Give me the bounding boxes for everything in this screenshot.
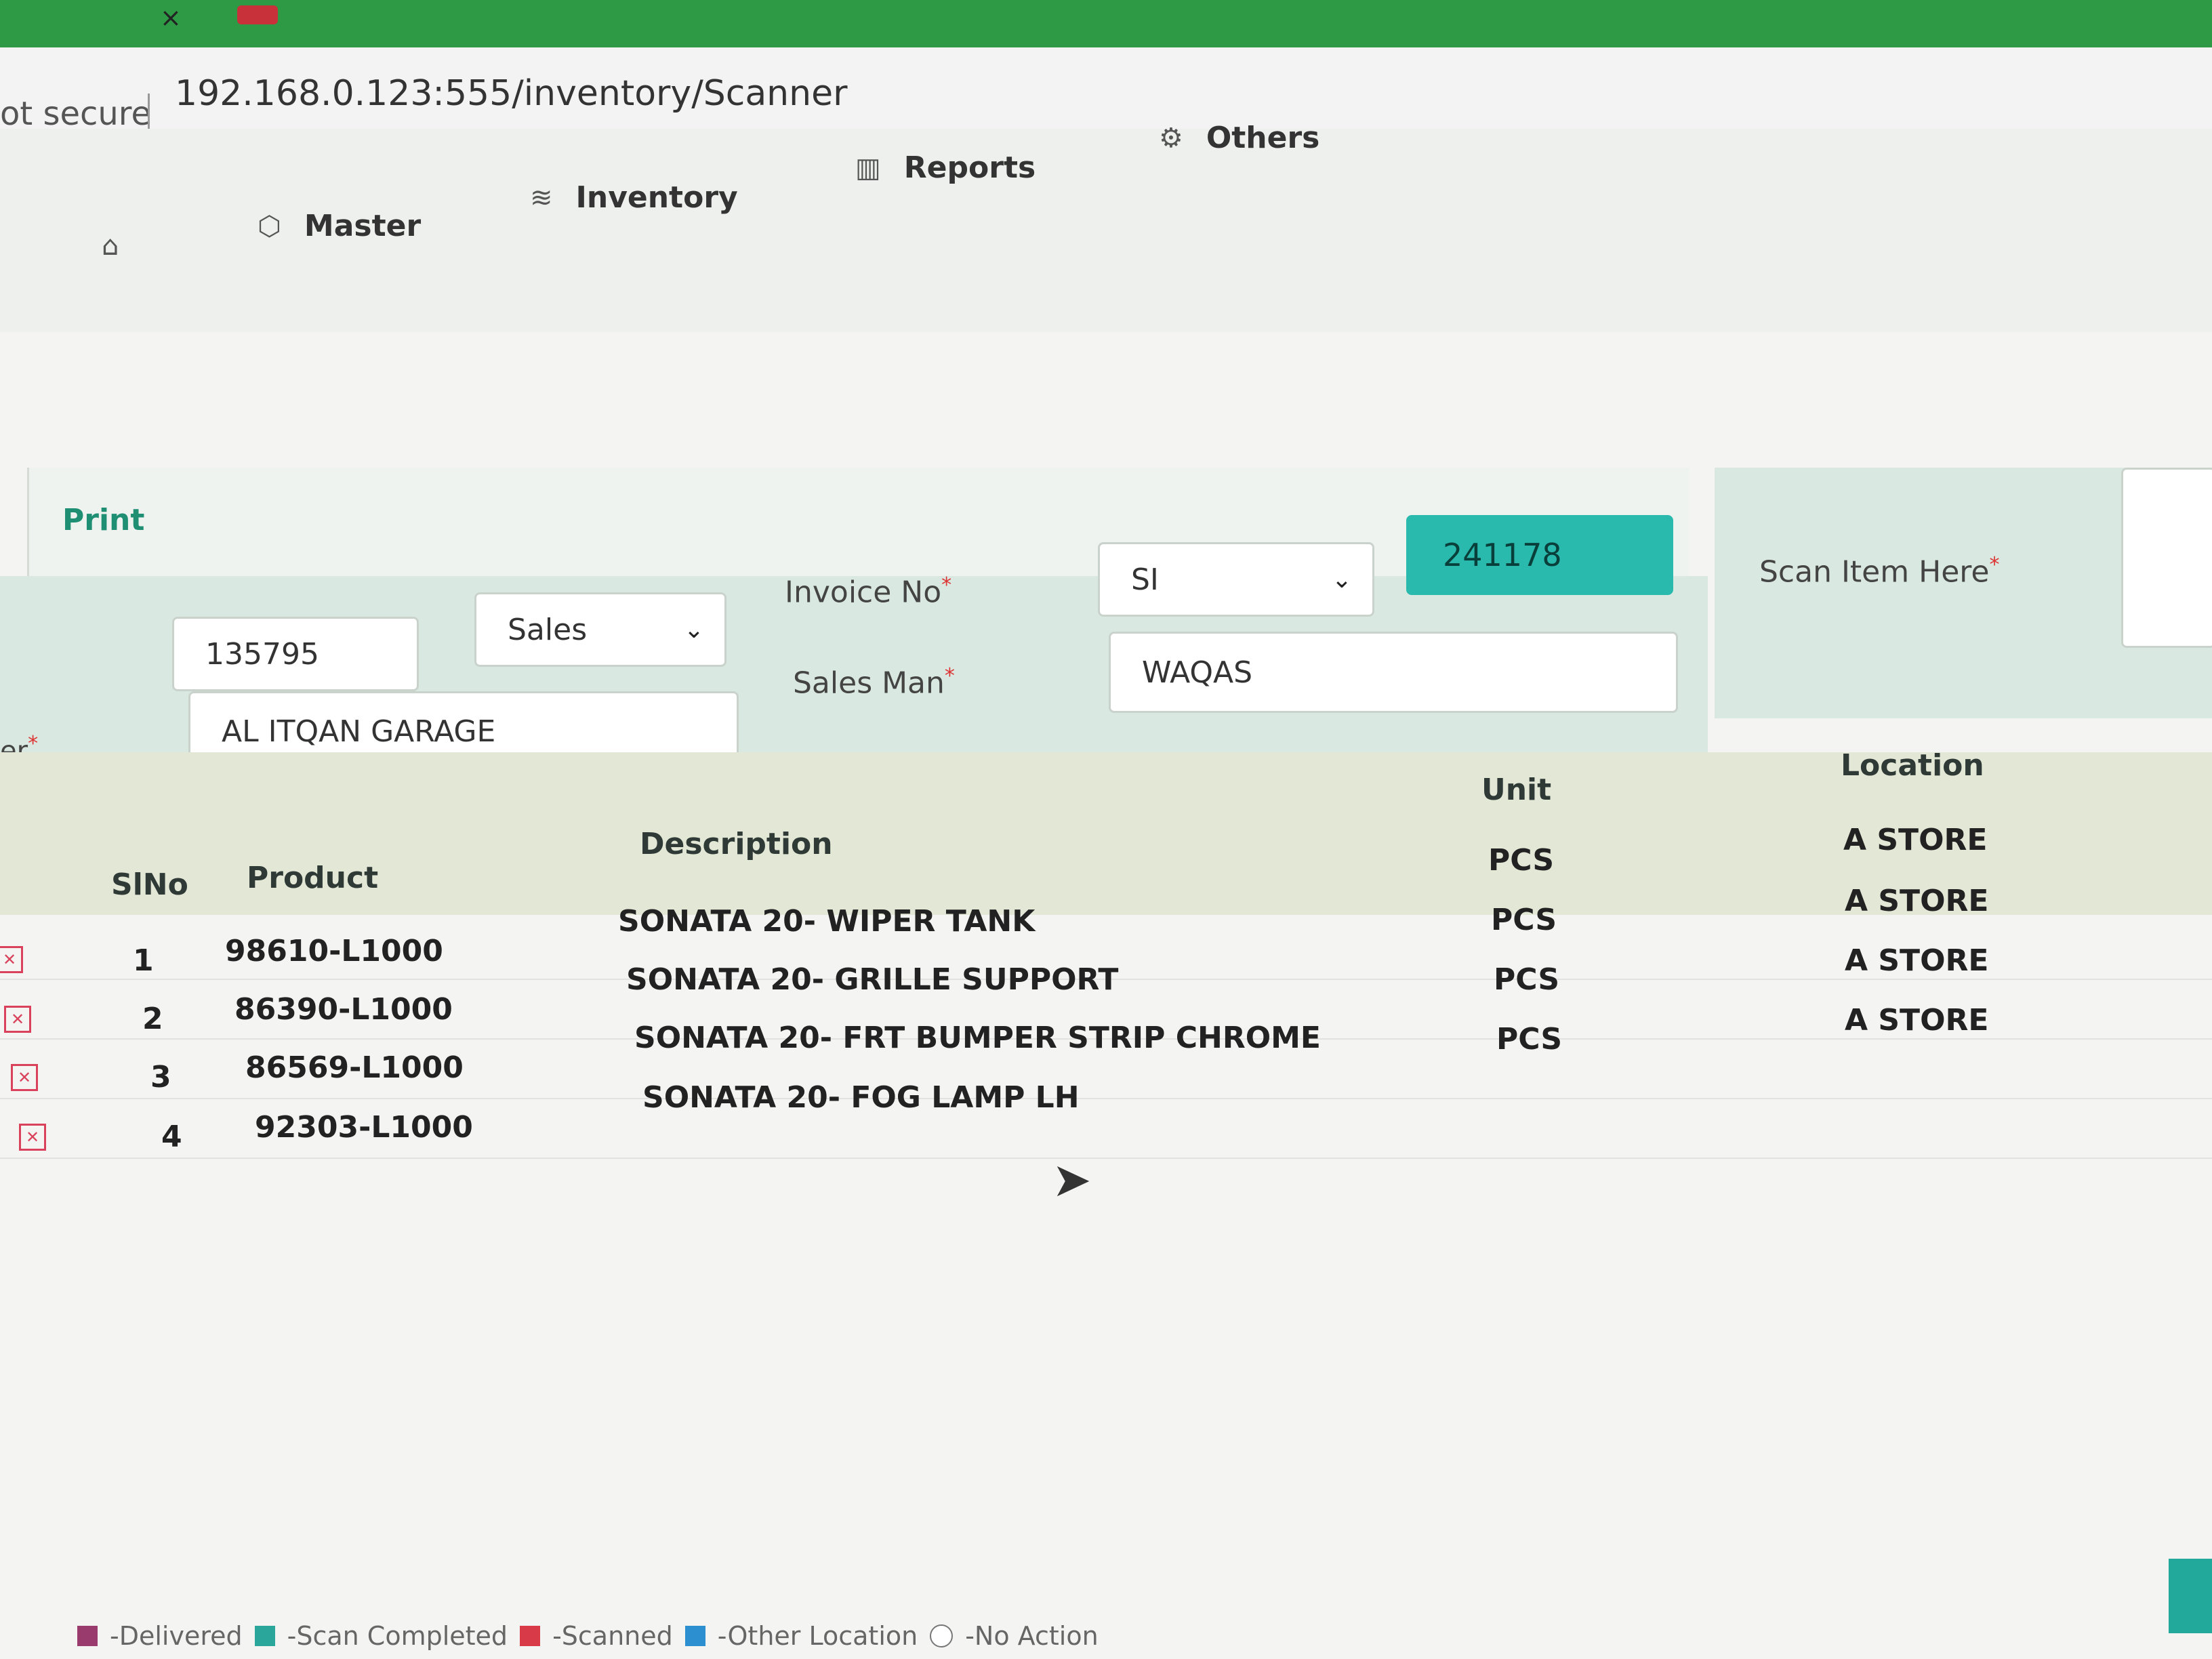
tab-favicon-icon xyxy=(237,5,278,24)
sales-man-field[interactable]: WAQAS xyxy=(1109,632,1678,713)
scroll-top-button[interactable] xyxy=(2169,1559,2212,1633)
nav-home[interactable]: ⌂ xyxy=(102,230,119,262)
tab-close-icon[interactable]: × xyxy=(160,3,182,33)
status-legend: -Delivered -Scan Completed -Scanned -Oth… xyxy=(77,1621,1099,1651)
print-button[interactable]: Print xyxy=(62,503,144,537)
legend-no-action-label: -No Action xyxy=(965,1621,1099,1651)
cell-description: SONATA 20- GRILLE SUPPORT xyxy=(626,962,1119,997)
scanned-swatch xyxy=(520,1626,541,1646)
chevron-down-icon: ⌄ xyxy=(683,615,704,644)
cell-location: A STORE xyxy=(1845,1003,1989,1038)
cell-product: 92303-L1000 xyxy=(255,1110,473,1145)
nav-item-label: Master xyxy=(304,209,422,243)
invoice-prefix-select[interactable]: SI ⌄ xyxy=(1098,542,1374,617)
nav-item-others[interactable]: ⚙ Others xyxy=(1159,121,1319,155)
nav-item-label: Inventory xyxy=(575,180,738,215)
cell-slno: 4 xyxy=(161,1120,182,1154)
required-asterisk: * xyxy=(941,573,952,597)
cell-slno: 3 xyxy=(150,1060,171,1094)
column-header-slno: SlNo xyxy=(111,867,188,902)
no-action-swatch xyxy=(930,1624,954,1647)
nav-item-label: Others xyxy=(1206,121,1320,155)
delete-row-icon[interactable]: ✕ xyxy=(4,1006,31,1033)
cell-unit: PCS xyxy=(1494,962,1560,997)
delete-row-icon[interactable]: ✕ xyxy=(11,1064,38,1091)
table-row[interactable]: ✕ 4 92303-L1000 SONATA 20- FOG LAMP LH P… xyxy=(0,1003,2212,1159)
invoice-number-field[interactable]: 241178 xyxy=(1406,515,1673,595)
cell-unit: PCS xyxy=(1491,903,1557,937)
settings-icon: ⚙ xyxy=(1159,122,1183,154)
cell-product: 98610-L1000 xyxy=(225,934,443,968)
legend-delivered-label: -Delivered xyxy=(110,1621,243,1651)
legend-scanned-label: -Scanned xyxy=(552,1621,673,1651)
scan-item-label: Scan Item Here* xyxy=(1759,553,1999,590)
customer-code-value: 135795 xyxy=(205,636,319,672)
cell-unit: PCS xyxy=(1488,843,1555,878)
bar-chart-icon: ▥ xyxy=(855,152,881,184)
cell-location: A STORE xyxy=(1845,943,1989,978)
required-asterisk: * xyxy=(1989,553,2000,577)
invoice-no-label-text: Invoice No xyxy=(785,575,942,610)
security-indicator[interactable]: ot secure xyxy=(0,95,151,133)
cell-product: 86390-L1000 xyxy=(234,992,453,1027)
mouse-cursor-icon: ➤ xyxy=(1052,1152,1092,1208)
transaction-type-select[interactable]: Sales ⌄ xyxy=(474,592,726,667)
cell-product: 86569-L1000 xyxy=(245,1050,464,1085)
column-header-description: Description xyxy=(640,827,833,861)
address-separator xyxy=(148,94,150,133)
invoice-number-value: 241178 xyxy=(1443,537,1562,573)
cell-description: SONATA 20- FOG LAMP LH xyxy=(642,1080,1080,1115)
invoice-no-label: Invoice No* xyxy=(785,573,951,610)
delete-row-icon[interactable]: ✕ xyxy=(0,946,23,973)
scan-completed-swatch xyxy=(254,1626,275,1646)
column-header-unit: Unit xyxy=(1481,773,1552,807)
customer-code-field[interactable]: 135795 xyxy=(172,617,419,691)
nav-item-inventory[interactable]: ≋ Inventory xyxy=(530,180,738,215)
nav-item-master[interactable]: ⬡ Master xyxy=(258,209,421,243)
legend-scan-completed-label: -Scan Completed xyxy=(287,1621,508,1651)
cell-location: A STORE xyxy=(1845,884,1989,918)
url-text[interactable]: 192.168.0.123:555/inventory/Scanner xyxy=(175,73,847,114)
table-row[interactable]: ✕ 3 86569-L1000 SONATA 20- FRT BUMPER ST… xyxy=(0,943,2212,1099)
legend-other-location-label: -Other Location xyxy=(717,1621,918,1651)
delete-row-icon[interactable]: ✕ xyxy=(19,1124,46,1151)
chevron-down-icon: ⌄ xyxy=(1331,565,1352,594)
layers-icon: ≋ xyxy=(530,182,553,213)
cell-unit: PCS xyxy=(1496,1022,1563,1057)
browser-tab-strip xyxy=(0,0,2212,47)
invoice-prefix-value: SI xyxy=(1131,562,1159,597)
home-icon: ⌂ xyxy=(102,230,119,262)
cube-icon: ⬡ xyxy=(258,210,281,242)
cell-slno: 2 xyxy=(142,1002,163,1036)
customer-name-value: AL ITQAN GARAGE xyxy=(222,714,496,749)
nav-item-label: Reports xyxy=(903,150,1036,185)
cell-location: A STORE xyxy=(1843,823,1988,857)
other-location-swatch xyxy=(684,1626,705,1646)
sales-man-label: Sales Man* xyxy=(793,664,955,701)
column-header-location: Location xyxy=(1841,748,1984,783)
cell-description: SONATA 20- WIPER TANK xyxy=(618,904,1036,939)
transaction-type-value: Sales xyxy=(508,612,588,647)
sales-man-value: WAQAS xyxy=(1142,655,1253,690)
scan-item-input[interactable] xyxy=(2121,468,2212,648)
column-header-product: Product xyxy=(247,861,379,895)
cell-slno: 1 xyxy=(133,943,154,978)
nav-item-reports[interactable]: ▥ Reports xyxy=(855,150,1036,185)
delivered-swatch xyxy=(77,1626,98,1646)
cell-description: SONATA 20- FRT BUMPER STRIP CHROME xyxy=(634,1021,1321,1055)
required-asterisk: * xyxy=(944,664,955,688)
sales-man-label-text: Sales Man xyxy=(793,665,945,701)
scan-item-label-text: Scan Item Here xyxy=(1759,554,1990,590)
